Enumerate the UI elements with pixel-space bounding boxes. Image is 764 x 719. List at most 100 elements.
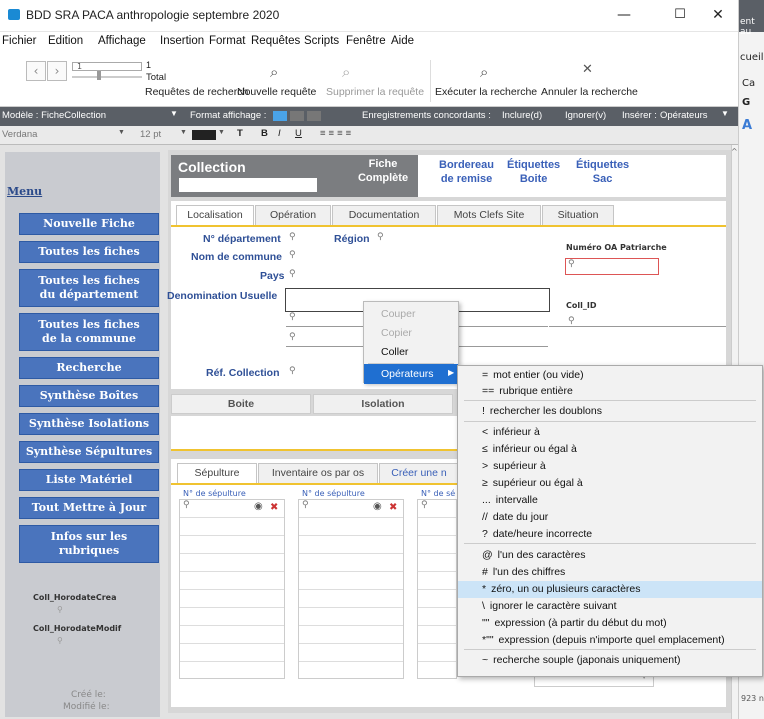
bordereau-link[interactable]: Bordereau de remise	[439, 158, 494, 186]
operator-item[interactable]: ... intervalle	[458, 492, 762, 509]
menu-edition[interactable]: Edition	[48, 35, 83, 47]
operator-item[interactable]: # l'un des chiffres	[458, 564, 762, 581]
menu-aide[interactable]: Aide	[391, 35, 414, 47]
recherche-button[interactable]: Recherche	[19, 357, 159, 379]
view-icon[interactable]: ◉	[373, 501, 382, 512]
color-arrow-icon[interactable]: ▼	[218, 129, 225, 136]
operator-item[interactable]: ~ recherche souple (japonais uniquement)	[458, 652, 762, 669]
menu-affichage[interactable]: Affichage	[98, 35, 146, 47]
size-arrow-icon[interactable]: ▼	[180, 129, 187, 136]
text-color-icon[interactable]	[192, 130, 216, 140]
operators-arrow-icon[interactable]: ▼	[721, 109, 729, 118]
layout-model-select[interactable]: Modèle : FicheCollection	[2, 110, 106, 121]
fiches-commune-button[interactable]: Toutes les fiches de la commune	[19, 313, 159, 351]
title-field[interactable]	[179, 178, 317, 192]
operator-symbol: ~	[482, 654, 489, 666]
portal-column-3[interactable]	[417, 499, 457, 679]
portal-column-2[interactable]	[298, 499, 404, 679]
run-search-icon[interactable]: ⌕	[480, 63, 488, 81]
run-search-button[interactable]: Exécuter la recherche	[435, 86, 537, 98]
new-query-icon[interactable]: ⌕	[270, 63, 278, 81]
tab-inventaire[interactable]: Inventaire os par os	[258, 463, 378, 483]
paste-menu-item[interactable]: Coller	[364, 342, 458, 362]
next-record-button[interactable]: ›	[47, 61, 67, 81]
tab-operation[interactable]: Opération	[255, 205, 331, 225]
fiches-departement-button[interactable]: Toutes les fiches du département	[19, 269, 159, 307]
operator-item[interactable]: < inférieur à	[458, 424, 762, 441]
form-view-icon[interactable]	[273, 111, 287, 121]
tab-documentation[interactable]: Documentation	[332, 205, 436, 225]
menu-format[interactable]: Format	[209, 35, 245, 47]
table-view-icon[interactable]	[307, 111, 321, 121]
synthese-sepultures-button[interactable]: Synthèse Sépultures	[19, 441, 159, 463]
operator-item[interactable]: ? date/heure incorrecte	[458, 526, 762, 543]
font-arrow-icon[interactable]: ▼	[118, 129, 125, 136]
fiche-complete-tab[interactable]: Fiche Complète	[357, 157, 409, 194]
italic-button[interactable]: I	[278, 128, 281, 139]
minimize-button[interactable]: —	[609, 4, 639, 26]
delete-icon[interactable]: ✖	[389, 502, 397, 513]
operators-dropdown[interactable]: Opérateurs	[660, 110, 708, 121]
tab-creer[interactable]: Créer une n	[379, 463, 459, 483]
delete-icon[interactable]: ✖	[270, 502, 278, 513]
new-query-button[interactable]: Nouvelle requête	[237, 86, 316, 98]
operator-item[interactable]: \ ignorer le caractère suivant	[458, 598, 762, 615]
include-button[interactable]: Inclure(d)	[502, 110, 542, 121]
tab-mots-clefs[interactable]: Mots Clefs Site	[437, 205, 541, 225]
underline-button[interactable]: U	[295, 128, 302, 139]
bold-button[interactable]: B	[261, 128, 268, 139]
patriarche-input[interactable]	[565, 258, 659, 275]
toutes-fiches-button[interactable]: Toutes les fiches	[19, 241, 159, 263]
operator-item[interactable]: "" expression (à partir du début du mot)	[458, 615, 762, 632]
record-slider[interactable]	[72, 76, 142, 78]
operator-item[interactable]: ≥ supérieur ou égal à	[458, 475, 762, 492]
align-icons[interactable]: ≡≡≡≡	[320, 128, 354, 139]
record-number-input[interactable]: 1	[72, 62, 142, 71]
synthese-boites-button[interactable]: Synthèse Boîtes	[19, 385, 159, 407]
maximize-button[interactable]: ☐	[665, 4, 695, 26]
menu-fenetre[interactable]: Fenêtre	[346, 35, 386, 47]
dropdown-arrow-icon[interactable]: ▼	[170, 109, 178, 118]
nouvelle-fiche-button[interactable]: Nouvelle Fiche	[19, 213, 159, 235]
operator-item[interactable]: = mot entier (ou vide)	[458, 367, 762, 384]
operator-item[interactable]: > supérieur à	[458, 458, 762, 475]
menu-scripts[interactable]: Scripts	[304, 35, 339, 47]
list-view-icon[interactable]	[290, 111, 304, 121]
operator-item[interactable]: == rubrique entière	[458, 383, 762, 400]
operator-label: l'un des chiffres	[492, 566, 566, 578]
operator-label: inférieur à	[493, 426, 540, 438]
font-select[interactable]: Verdana	[2, 129, 37, 140]
operator-item[interactable]: ≤ inférieur ou égal à	[458, 441, 762, 458]
operator-item[interactable]: * zéro, un ou plusieurs caractères	[458, 581, 762, 598]
ignore-button[interactable]: Ignorer(v)	[565, 110, 606, 121]
slider-handle-icon[interactable]	[97, 71, 101, 80]
operator-item[interactable]: @ l'un des caractères	[458, 547, 762, 564]
view-icon[interactable]: ◉	[254, 501, 263, 512]
etiquettes-boite-link[interactable]: Étiquettes Boite	[507, 158, 560, 186]
cancel-search-button[interactable]: Annuler la recherche	[541, 86, 638, 98]
text-style-icon[interactable]: T	[237, 128, 243, 139]
menu-requetes[interactable]: Requêtes	[251, 35, 300, 47]
menu-fichier[interactable]: Fichier	[2, 35, 37, 47]
tab-sepulture[interactable]: Sépulture	[177, 463, 257, 483]
operators-menu-item[interactable]: Opérateurs	[364, 364, 458, 384]
close-button[interactable]: ✕	[703, 4, 733, 26]
liste-materiel-button[interactable]: Liste Matériel	[19, 469, 159, 491]
ref-collection-label: Réf. Collection	[206, 367, 280, 379]
size-select[interactable]: 12 pt	[140, 129, 161, 140]
infos-rubriques-button[interactable]: Infos sur les rubriques	[19, 525, 159, 563]
synthese-isolations-button[interactable]: Synthèse Isolations	[19, 413, 159, 435]
tab-localisation[interactable]: Localisation	[176, 205, 254, 225]
scroll-up-icon[interactable]: ^	[731, 147, 738, 156]
cancel-search-icon[interactable]: ✕	[582, 62, 593, 77]
operator-item[interactable]: ! rechercher les doublons	[458, 403, 762, 420]
operator-item[interactable]: // date du jour	[458, 509, 762, 526]
operator-item[interactable]: *"" expression (depuis n'importe quel emp…	[458, 632, 762, 649]
menu-insertion[interactable]: Insertion	[160, 35, 204, 47]
portal-column-1[interactable]	[179, 499, 285, 679]
tab-situation[interactable]: Situation	[542, 205, 614, 225]
prev-record-button[interactable]: ‹	[26, 61, 46, 81]
etiquettes-sac-link[interactable]: Étiquettes Sac	[576, 158, 629, 186]
tout-mettre-a-jour-button[interactable]: Tout Mettre à Jour	[19, 497, 159, 519]
search-icon: ⚲	[302, 500, 309, 510]
